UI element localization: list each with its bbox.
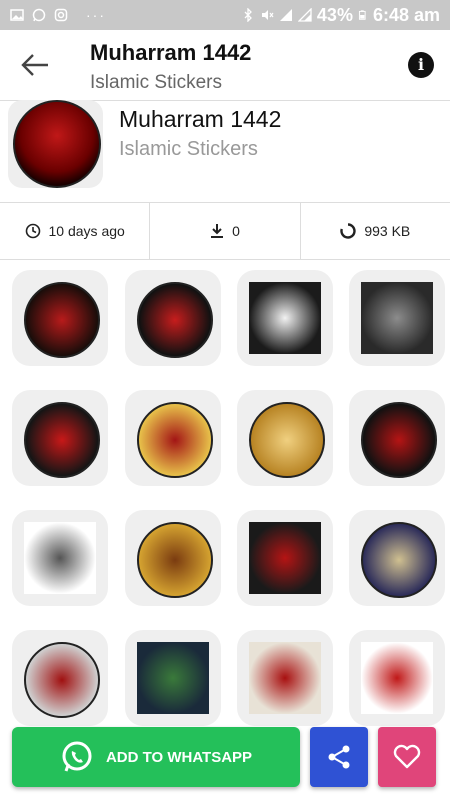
share-icon — [328, 745, 350, 769]
mute-icon — [261, 10, 274, 20]
sticker-item[interactable] — [237, 510, 333, 606]
pack-author: Islamic Stickers — [119, 138, 258, 160]
sticker-item[interactable] — [349, 630, 445, 726]
pack-title: Muharram 1442 — [119, 106, 282, 132]
loading-icon — [340, 223, 357, 239]
sticker-image — [361, 522, 437, 598]
sticker-image — [24, 522, 96, 594]
back-arrow-icon[interactable] — [20, 52, 50, 78]
sticker-image — [361, 282, 433, 354]
sticker-item[interactable] — [12, 630, 108, 726]
stat-downloads: 0 — [149, 203, 299, 259]
status-bar: ··· 43% 6:48 am — [0, 0, 450, 30]
download-icon — [211, 224, 224, 238]
pack-tray-image — [13, 100, 101, 188]
image-icon — [10, 9, 24, 21]
signal-icon — [279, 9, 292, 21]
sticker-item[interactable] — [12, 270, 108, 366]
sticker-image — [249, 282, 321, 354]
clock: 6:48 am — [372, 4, 440, 25]
bluetooth-icon — [244, 8, 252, 22]
size-text: 993 KB — [364, 223, 411, 239]
downloads-count: 0 — [232, 223, 240, 239]
sticker-image — [249, 402, 325, 478]
sticker-item[interactable] — [12, 510, 108, 606]
pack-thumbnail — [8, 100, 103, 188]
sticker-image — [24, 282, 100, 358]
whatsapp-icon — [32, 8, 46, 22]
sticker-item[interactable] — [349, 390, 445, 486]
sticker-image — [24, 642, 100, 718]
heart-icon — [393, 744, 421, 769]
add-to-whatsapp-label: ADD TO WHATSAPP — [105, 748, 253, 766]
sticker-image — [249, 522, 321, 594]
updated-text: 10 days ago — [48, 223, 125, 239]
whatsapp-logo-icon — [62, 741, 92, 772]
share-button[interactable] — [310, 727, 368, 787]
sticker-item[interactable] — [349, 270, 445, 366]
sticker-item[interactable] — [125, 630, 221, 726]
sticker-image — [361, 402, 437, 478]
sticker-item[interactable] — [237, 270, 333, 366]
more-dots-icon: ··· — [86, 7, 106, 23]
sticker-image — [137, 642, 209, 714]
instagram-icon — [54, 8, 68, 22]
sticker-item[interactable] — [125, 510, 221, 606]
app-bar: Muharram 1442 Islamic Stickers i — [0, 30, 450, 101]
info-icon[interactable]: i — [408, 52, 434, 78]
sticker-item[interactable] — [125, 390, 221, 486]
sticker-item[interactable] — [237, 630, 333, 726]
sticker-item[interactable] — [125, 270, 221, 366]
stat-size: 993 KB — [299, 203, 450, 259]
clock-icon — [25, 223, 40, 239]
pack-header: Muharram 1442 Islamic Stickers — [0, 100, 450, 202]
favorite-button[interactable] — [378, 727, 436, 787]
stat-updated: 10 days ago — [0, 203, 149, 259]
sticker-image — [249, 642, 321, 714]
sticker-image — [137, 522, 213, 598]
sticker-item[interactable] — [237, 390, 333, 486]
sticker-image — [137, 282, 213, 358]
sticker-image — [24, 402, 100, 478]
battery-icon — [358, 10, 366, 20]
sticker-item[interactable] — [349, 510, 445, 606]
wifi-icon — [297, 8, 312, 22]
page-title: Muharram 1442 — [90, 40, 252, 65]
sticker-image — [137, 402, 213, 478]
page-subtitle: Islamic Stickers — [90, 72, 222, 93]
battery-percent: 43% — [316, 4, 353, 25]
sticker-item[interactable] — [12, 390, 108, 486]
add-to-whatsapp-button[interactable]: ADD TO WHATSAPP — [12, 727, 300, 787]
pack-stats: 10 days ago 0 993 KB — [0, 202, 450, 260]
sticker-image — [361, 642, 433, 714]
